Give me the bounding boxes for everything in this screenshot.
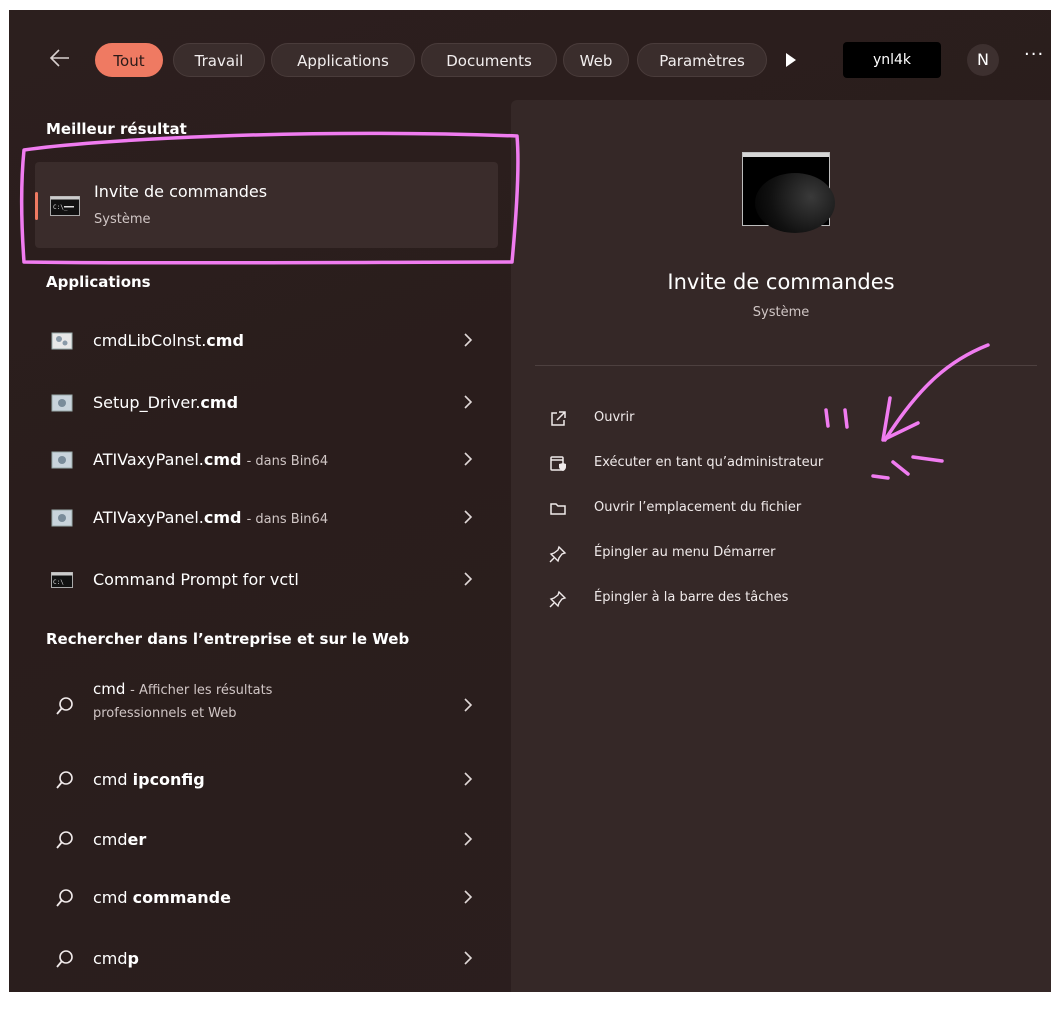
search-hint-continued: professionnels et Web <box>93 706 237 721</box>
detail-panel: Invite de commandes Système Ouvrir Exécu… <box>511 100 1051 992</box>
account-label[interactable]: ynl4k <box>843 42 941 78</box>
list-item-web-search[interactable]: cmd - Afficher les résultats professionn… <box>35 678 498 730</box>
app-name: Command Prompt for vctl <box>93 570 299 589</box>
search-query-completion: p <box>127 949 139 968</box>
best-match-item[interactable]: C:\_ Invite de commandes Système <box>35 162 498 248</box>
app-location: - dans Bin64 <box>246 454 329 469</box>
chevron-right-icon[interactable] <box>463 331 473 349</box>
list-item-web-search[interactable]: cmd commande <box>35 876 498 920</box>
chevron-right-icon[interactable] <box>463 888 473 906</box>
chevron-right-icon[interactable] <box>463 570 473 588</box>
search-query: cmd <box>93 680 126 698</box>
detail-title: Invite de commandes <box>667 270 895 294</box>
action-label: Ouvrir <box>594 410 635 425</box>
chevron-right-icon[interactable] <box>463 770 473 788</box>
search-query-completion: er <box>127 830 147 849</box>
open-external-icon <box>549 410 567 428</box>
search-query-completion: commande <box>132 888 231 907</box>
app-name: ATIVaxyPanel. <box>93 450 204 469</box>
app-name-match: cmd <box>200 393 239 412</box>
list-item-web-search[interactable]: cmdp <box>35 937 498 981</box>
best-match-heading: Meilleur résultat <box>46 120 187 138</box>
play-icon[interactable] <box>784 52 798 68</box>
pin-icon <box>549 590 567 608</box>
selection-indicator <box>35 192 38 220</box>
app-name-match: cmd <box>203 508 242 527</box>
chevron-right-icon[interactable] <box>463 696 473 714</box>
command-prompt-icon: C:\ <box>51 570 73 590</box>
app-name-match: cmd <box>206 331 244 350</box>
script-file-icon <box>51 508 73 528</box>
app-name-match: cmd <box>203 450 242 469</box>
list-item-web-search[interactable]: cmder <box>35 818 498 862</box>
search-hint: - Afficher les résultats <box>130 683 273 698</box>
divider <box>535 365 1037 366</box>
app-name: ATIVaxyPanel. <box>93 508 204 527</box>
list-item-app[interactable]: C:\ Command Prompt for vctl <box>35 558 498 602</box>
action-pin-start[interactable]: Épingler au menu Démarrer <box>549 542 909 568</box>
script-file-icon <box>51 450 73 470</box>
action-label: Exécuter en tant qu’administrateur <box>594 455 824 470</box>
tab-web[interactable]: Web <box>563 43 629 77</box>
chevron-right-icon[interactable] <box>463 508 473 526</box>
avatar[interactable]: N <box>967 44 999 76</box>
list-item-app[interactable]: Setup_Driver.cmd <box>35 381 498 425</box>
app-name: Setup_Driver. <box>93 393 201 412</box>
top-bar: Tout Travail Applications Documents Web … <box>9 10 1051 105</box>
action-open-file-location[interactable]: Ouvrir l’emplacement du fichier <box>549 497 909 523</box>
tab-parametres[interactable]: Paramètres <box>637 43 767 77</box>
search-query: cmd <box>93 770 133 789</box>
tab-applications[interactable]: Applications <box>271 43 415 77</box>
app-name: cmdLibColnst. <box>93 331 207 350</box>
search-icon <box>55 949 77 969</box>
pin-icon <box>549 545 567 563</box>
tab-tout[interactable]: Tout <box>95 43 163 77</box>
list-item-app[interactable]: ATIVaxyPanel.cmd - dans Bin64 <box>35 438 498 482</box>
app-location: - dans Bin64 <box>246 512 329 527</box>
action-label: Épingler au menu Démarrer <box>594 545 776 560</box>
tab-travail[interactable]: Travail <box>173 43 265 77</box>
admin-shield-icon <box>549 455 567 473</box>
app-preview-image <box>742 152 835 233</box>
applications-heading: Applications <box>46 273 151 291</box>
action-label: Épingler à la barre des tâches <box>594 590 789 605</box>
back-arrow-icon[interactable] <box>49 47 71 69</box>
action-run-as-admin[interactable]: Exécuter en tant qu’administrateur <box>549 452 909 478</box>
action-pin-taskbar[interactable]: Épingler à la barre des tâches <box>549 587 909 613</box>
search-query: cmd <box>93 830 128 849</box>
list-item-app[interactable]: ATIVaxyPanel.cmd - dans Bin64 <box>35 496 498 540</box>
web-search-heading: Rechercher dans l’entreprise et sur le W… <box>46 630 410 648</box>
list-item-web-search[interactable]: cmd ipconfig <box>35 758 498 802</box>
list-item-app[interactable]: cmdLibColnst.cmd <box>35 319 498 363</box>
search-icon <box>55 696 77 716</box>
search-icon <box>55 770 77 790</box>
chevron-right-icon[interactable] <box>463 393 473 411</box>
svg-text:C:\: C:\ <box>53 579 64 586</box>
folder-icon <box>549 500 567 518</box>
search-query: cmd <box>93 888 133 907</box>
detail-subtitle: Système <box>752 305 810 320</box>
chevron-right-icon[interactable] <box>463 450 473 468</box>
search-icon <box>55 830 77 850</box>
search-window: Tout Travail Applications Documents Web … <box>9 10 1051 992</box>
action-label: Ouvrir l’emplacement du fichier <box>594 500 802 515</box>
action-open[interactable]: Ouvrir <box>549 407 909 433</box>
chevron-right-icon[interactable] <box>463 830 473 848</box>
command-prompt-icon: C:\_ <box>50 196 80 216</box>
tab-documents[interactable]: Documents <box>421 43 557 77</box>
search-query-completion: ipconfig <box>132 770 205 789</box>
search-query: cmd <box>93 949 128 968</box>
script-file-icon <box>51 393 73 413</box>
best-match-type: Système <box>94 212 151 227</box>
more-options-icon[interactable]: ··· <box>1024 44 1044 65</box>
search-icon <box>55 888 77 908</box>
chevron-right-icon[interactable] <box>463 949 473 967</box>
script-file-icon <box>51 331 73 351</box>
best-match-name: Invite de commandes <box>94 182 268 201</box>
